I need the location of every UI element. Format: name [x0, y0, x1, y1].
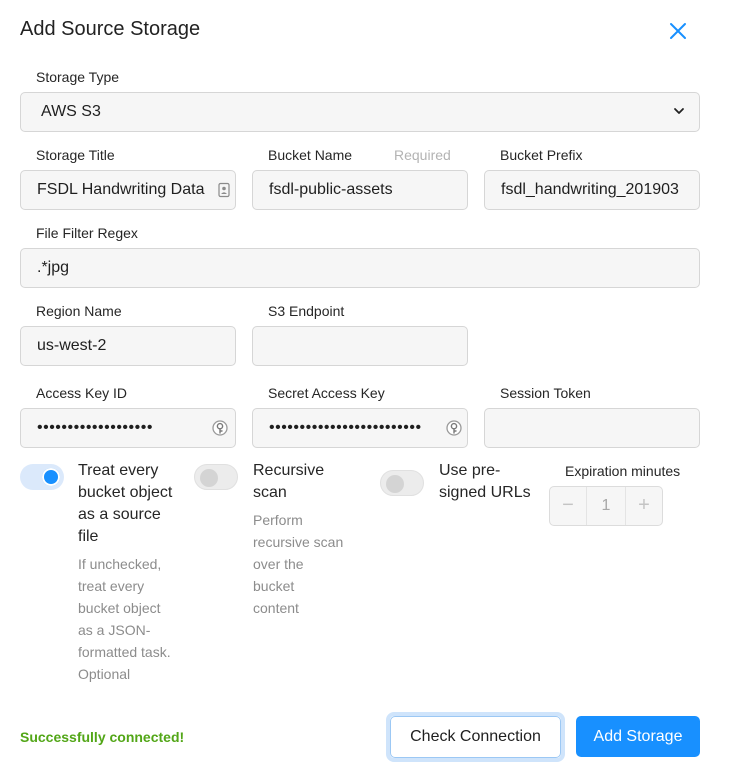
- expiration-minutes-value[interactable]: 1: [586, 487, 626, 525]
- bucket-prefix-input[interactable]: fsdl_handwriting_201903: [484, 170, 700, 210]
- file-filter-regex-input[interactable]: .*jpg: [20, 248, 700, 288]
- treat-as-source-title: Treat every bucket object as a source fi…: [78, 460, 172, 548]
- presigned-urls-toggle[interactable]: [380, 470, 424, 496]
- storage-type-label: Storage Type: [36, 69, 120, 85]
- secret-access-key-label: Secret Access Key: [268, 385, 385, 401]
- password-key-icon[interactable]: [445, 419, 463, 437]
- presigned-urls-title-line: Use pre-: [439, 462, 501, 479]
- secret-access-key-masked-value: •••••••••••••••••••••••••: [269, 419, 422, 436]
- s3-endpoint-input[interactable]: [252, 326, 468, 366]
- treat-as-source-title-line: file: [78, 528, 99, 545]
- file-filter-regex-value: .*jpg: [37, 259, 70, 276]
- recursive-scan-title: Recursive scan: [253, 460, 324, 504]
- bucket-name-value: fsdl-public-assets: [269, 181, 393, 198]
- s3-endpoint-label: S3 Endpoint: [268, 303, 345, 319]
- treat-as-source-title-line: Treat every: [78, 462, 159, 479]
- recursive-scan-help-line: recursive scan: [253, 534, 344, 550]
- access-key-id-label: Access Key ID: [36, 385, 128, 401]
- treat-as-source-help-line: formatted task.: [78, 644, 171, 660]
- toggle-knob: [386, 475, 404, 493]
- session-token-label: Session Token: [500, 385, 591, 401]
- plus-icon[interactable]: +: [626, 487, 662, 525]
- file-filter-regex-label: File Filter Regex: [36, 225, 138, 241]
- minus-icon[interactable]: −: [550, 487, 586, 525]
- access-key-id-input[interactable]: •••••••••••••••••••: [20, 408, 236, 448]
- toggle-knob: [42, 468, 60, 486]
- region-name-label: Region Name: [36, 303, 122, 319]
- presigned-urls-title-line: signed URLs: [439, 484, 531, 501]
- add-storage-button[interactable]: Add Storage: [576, 716, 700, 757]
- storage-title-input[interactable]: FSDL Handwriting Data: [20, 170, 236, 210]
- expiration-minutes-label: Expiration minutes: [565, 463, 681, 479]
- expiration-minutes-stepper[interactable]: − 1 +: [549, 486, 663, 526]
- storage-type-select[interactable]: AWS S3: [20, 92, 700, 132]
- recursive-scan-help-line: over the: [253, 556, 304, 572]
- bucket-name-input[interactable]: fsdl-public-assets: [252, 170, 468, 210]
- check-connection-button[interactable]: Check Connection: [386, 712, 565, 762]
- bucket-prefix-label: Bucket Prefix: [500, 147, 583, 163]
- session-token-input[interactable]: [484, 408, 700, 448]
- access-key-id-masked-value: •••••••••••••••••••: [37, 419, 153, 436]
- storage-type-value: AWS S3: [41, 103, 101, 120]
- treat-as-source-help: If unchecked, treat every bucket object …: [78, 553, 171, 685]
- bucket-name-label: Bucket Name: [268, 147, 353, 163]
- region-name-input[interactable]: us-west-2: [20, 326, 236, 366]
- storage-title-label: Storage Title: [36, 147, 115, 163]
- recursive-scan-toggle[interactable]: [194, 464, 238, 490]
- treat-as-source-toggle[interactable]: [20, 464, 64, 490]
- treat-as-source-help-line: Optional: [78, 666, 131, 682]
- region-name-value: us-west-2: [37, 337, 107, 354]
- treat-as-source-title-line: as a source: [78, 506, 161, 523]
- presigned-urls-title: Use pre- signed URLs: [439, 460, 531, 504]
- storage-title-value: FSDL Handwriting Data: [37, 181, 205, 198]
- treat-as-source-help-line: If unchecked,: [78, 556, 162, 572]
- close-x-icon[interactable]: [666, 19, 690, 43]
- secret-access-key-input[interactable]: •••••••••••••••••••••••••: [252, 408, 468, 448]
- treat-as-source-title-line: bucket object: [78, 484, 173, 501]
- recursive-scan-help-line: Perform: [253, 512, 303, 528]
- recursive-scan-title-line: Recursive: [253, 462, 325, 479]
- contact-card-icon[interactable]: [217, 182, 231, 198]
- treat-as-source-help-line: as a JSON-: [78, 622, 151, 638]
- recursive-scan-help-line: bucket: [253, 578, 295, 594]
- check-connection-label: Check Connection: [390, 716, 561, 758]
- treat-as-source-help-line: treat every: [78, 578, 145, 594]
- dialog-title: Add Source Storage: [20, 18, 201, 40]
- recursive-scan-help-line: content: [253, 600, 299, 616]
- treat-as-source-help-line: bucket object: [78, 600, 161, 616]
- toggle-knob: [200, 469, 218, 487]
- recursive-scan-help: Perform recursive scan over the bucket c…: [253, 509, 343, 619]
- recursive-scan-title-line: scan: [253, 484, 287, 501]
- bucket-name-required-hint: Required: [394, 147, 451, 163]
- chevron-down-icon: [674, 108, 684, 114]
- password-key-icon[interactable]: [211, 419, 229, 437]
- bucket-prefix-value: fsdl_handwriting_201903: [501, 181, 679, 198]
- connection-status-message: Successfully connected!: [20, 729, 185, 745]
